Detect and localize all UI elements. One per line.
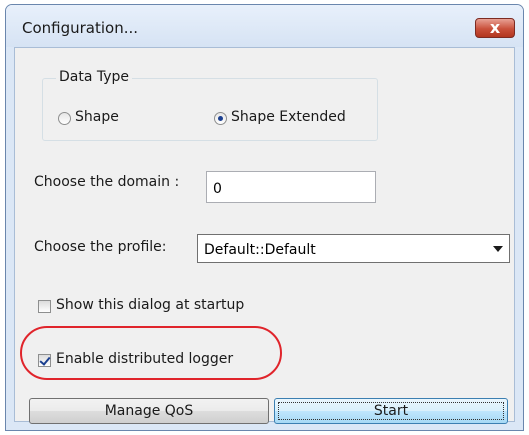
start-button[interactable]: Start	[274, 398, 508, 424]
distributed-logger-checkbox[interactable]	[38, 354, 51, 367]
domain-input[interactable]: 0	[206, 171, 376, 203]
manage-qos-button[interactable]: Manage QoS	[29, 398, 269, 424]
show-dialog-checkbox[interactable]	[38, 300, 51, 313]
profile-label: Choose the profile:	[34, 239, 167, 255]
dialog-body: Data Type Shape Shape Extended Choose th…	[14, 47, 515, 424]
close-icon: x	[489, 18, 501, 37]
domain-label: Choose the domain :	[34, 174, 180, 190]
distributed-logger-label[interactable]: Enable distributed logger	[56, 351, 233, 367]
profile-select[interactable]: Default::Default	[197, 234, 510, 263]
chevron-down-icon[interactable]	[493, 246, 503, 252]
show-dialog-label[interactable]: Show this dialog at startup	[56, 297, 244, 313]
window-title: Configuration...	[22, 19, 139, 37]
profile-select-value: Default::Default	[204, 242, 316, 258]
radio-shape-extended-label[interactable]: Shape Extended	[231, 109, 346, 125]
close-button[interactable]: x	[475, 18, 515, 38]
radio-shape-extended[interactable]	[214, 112, 227, 125]
domain-input-value: 0	[213, 181, 222, 197]
configuration-dialog: Configuration... x Data Type Shape Shape…	[5, 4, 524, 431]
data-type-group-label: Data Type	[56, 69, 133, 85]
title-bar[interactable]: Configuration... x	[6, 5, 523, 47]
radio-shape[interactable]	[58, 112, 71, 125]
radio-shape-label[interactable]: Shape	[75, 109, 119, 125]
